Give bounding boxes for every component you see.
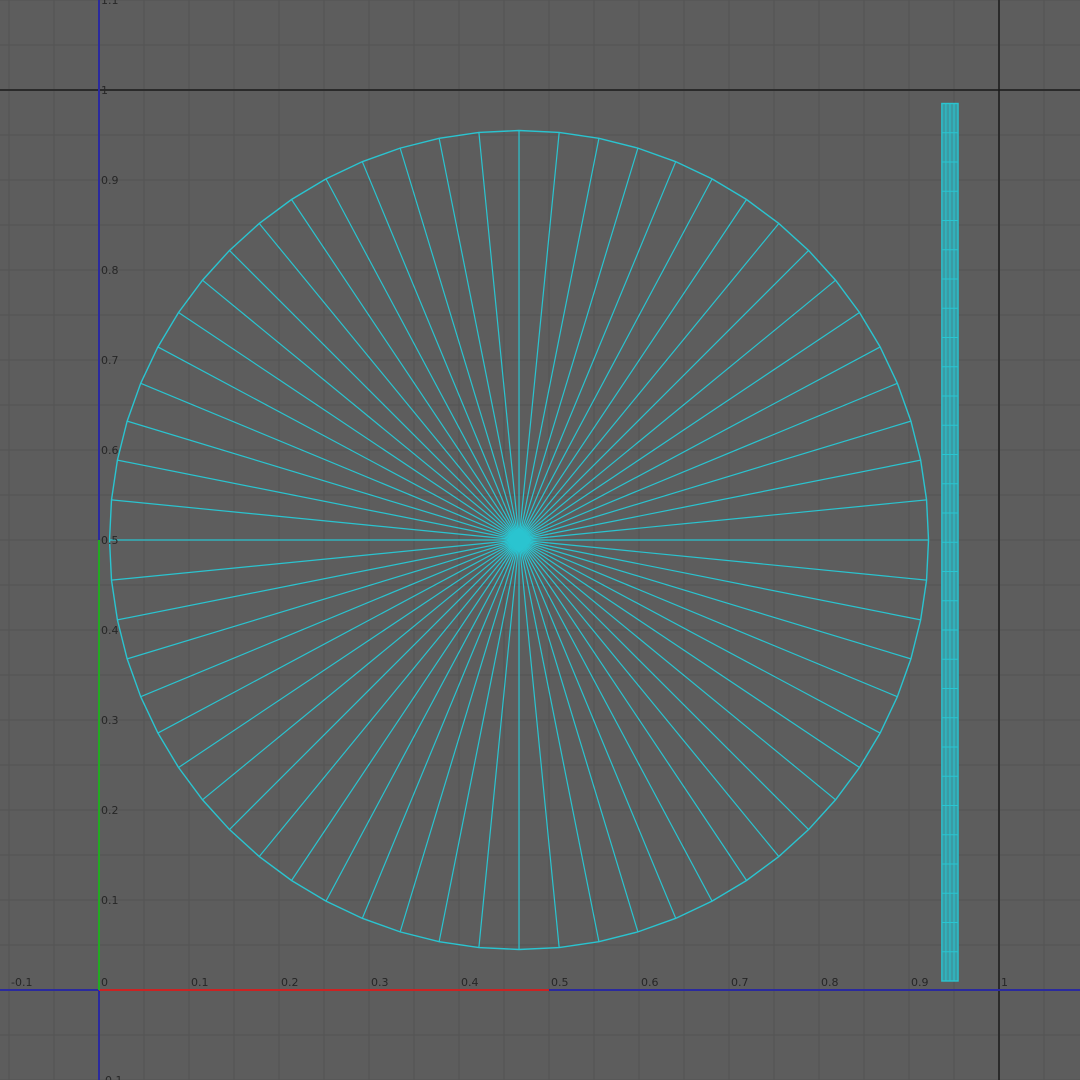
uv-edge-spoke[interactable] bbox=[140, 382, 520, 541]
v-tick-label: -0.1 bbox=[101, 1074, 122, 1080]
uv-edge-spoke[interactable] bbox=[518, 539, 677, 919]
uv-edge-spoke[interactable] bbox=[361, 539, 520, 919]
uv-edge-spoke[interactable] bbox=[518, 539, 927, 581]
uv-edge-spoke[interactable] bbox=[325, 539, 520, 902]
uv-edge-spoke[interactable] bbox=[518, 539, 836, 801]
uv-shell-strip[interactable] bbox=[941, 102, 959, 982]
u-tick-label: 1 bbox=[1001, 976, 1008, 989]
v-tick-label: 0.1 bbox=[101, 894, 119, 907]
uv-edge-spoke[interactable] bbox=[157, 539, 520, 734]
uv-edge-spoke[interactable] bbox=[518, 279, 836, 541]
uv-edge-spoke[interactable] bbox=[202, 539, 520, 801]
uv-edge-spoke[interactable] bbox=[518, 223, 780, 541]
u-tick-label: 0.6 bbox=[641, 976, 659, 989]
uv-edge-spoke[interactable] bbox=[325, 178, 520, 541]
uv-edge-spoke[interactable] bbox=[111, 539, 520, 581]
uv-edge-spoke[interactable] bbox=[258, 539, 520, 857]
uv-grid-canvas[interactable]: -0.1 0 0.1 0.2 0.3 0.4 0.5 0.6 0.7 0.8 0.9 1 1.1 1 0.9… bbox=[0, 0, 1080, 1080]
v-tick-label: 1 bbox=[101, 84, 108, 97]
v-tick-label: 0.4 bbox=[101, 624, 119, 637]
uv-editor-viewport[interactable]: -0.1 0 0.1 0.2 0.3 0.4 0.5 0.6 0.7 0.8 0.9 1 1.1 1 0.9… bbox=[0, 0, 1080, 1080]
uv-edge-spoke[interactable] bbox=[518, 539, 780, 857]
uv-edge-spoke[interactable] bbox=[361, 161, 520, 541]
uv-edge-spoke[interactable] bbox=[518, 346, 881, 541]
uv-edge-spoke[interactable] bbox=[518, 539, 713, 902]
v-tick-label: 0.8 bbox=[101, 264, 119, 277]
u-tick-label: 0.3 bbox=[371, 976, 389, 989]
uv-edge-spoke[interactable] bbox=[518, 499, 927, 541]
uv-shell-disc[interactable] bbox=[108, 129, 930, 951]
u-tick-label: 0.1 bbox=[191, 976, 209, 989]
uv-edge-spoke[interactable] bbox=[518, 161, 677, 541]
v-tick-label: 0.7 bbox=[101, 354, 119, 367]
uv-edge-spoke[interactable] bbox=[111, 499, 520, 541]
uv-edge-spoke[interactable] bbox=[518, 132, 560, 541]
v-tick-label: 0.2 bbox=[101, 804, 119, 817]
u-tick-label: 0.4 bbox=[461, 976, 479, 989]
u-tick-label: 0.9 bbox=[911, 976, 929, 989]
uv-edge-spoke[interactable] bbox=[518, 539, 898, 698]
u-tick-label: 0.2 bbox=[281, 976, 299, 989]
v-tick-label: 0.5 bbox=[101, 534, 119, 547]
v-tick-label: 0.6 bbox=[101, 444, 119, 457]
uv-edge-spoke[interactable] bbox=[518, 178, 713, 541]
u-tick-label: 0.7 bbox=[731, 976, 749, 989]
v-tick-label: 0.3 bbox=[101, 714, 119, 727]
u-tick-label: 0.8 bbox=[821, 976, 839, 989]
v-tick-label: 0.9 bbox=[101, 174, 119, 187]
uv-edge-spoke[interactable] bbox=[518, 539, 560, 948]
u-tick-label: 0 bbox=[101, 976, 108, 989]
uv-edge-spoke[interactable] bbox=[478, 132, 520, 541]
uv-edge-spoke[interactable] bbox=[518, 539, 881, 734]
v-tick-label: 1.1 bbox=[101, 0, 119, 7]
uv-edge-spoke[interactable] bbox=[258, 223, 520, 541]
u-tick-label: -0.1 bbox=[11, 976, 32, 989]
u-tick-label: 0.5 bbox=[551, 976, 569, 989]
uv-edge-spoke[interactable] bbox=[518, 382, 898, 541]
uv-edge-spoke[interactable] bbox=[157, 346, 520, 541]
uv-edge-spoke[interactable] bbox=[140, 539, 520, 698]
uv-edge-spoke[interactable] bbox=[478, 539, 520, 948]
uv-edge-spoke[interactable] bbox=[202, 279, 520, 541]
